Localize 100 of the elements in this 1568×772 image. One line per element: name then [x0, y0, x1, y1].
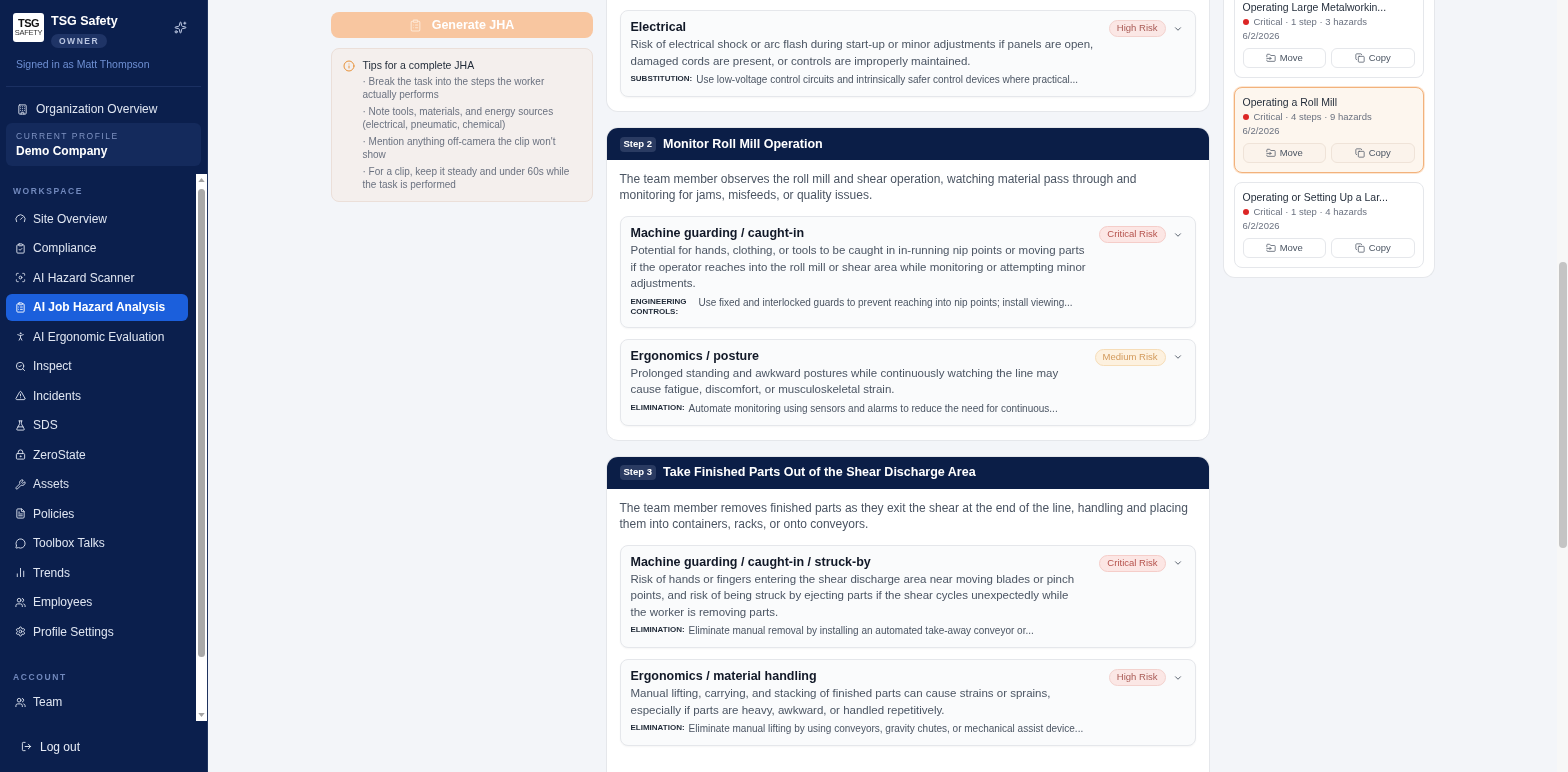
- settings-icon: [15, 626, 26, 637]
- users-icon: [15, 596, 26, 608]
- control-type-label: ELIMINATION:: [630, 401, 685, 413]
- section-title: ACCOUNT: [12, 672, 68, 682]
- tips-title: Tips for a complete JHA: [362, 59, 476, 72]
- control-type-label: ELIMINATION:: [630, 624, 685, 635]
- scroll-down-arrow-icon[interactable]: [198, 713, 205, 717]
- risk-badge: High Risk: [1108, 669, 1166, 686]
- action-button[interactable]: Move: [1242, 238, 1326, 258]
- nav-item[interactable]: AI Ergonomic Evaluation: [6, 323, 188, 350]
- jha-date: 6/2/2026: [1242, 124, 1281, 137]
- nav-item[interactable]: Trends: [6, 559, 188, 586]
- action-button[interactable]: Move: [1242, 48, 1326, 68]
- control-measure-text: Eliminate manual removal by installing an automated take-away conveyor or...: [688, 624, 1034, 637]
- scrollbar-thumb[interactable]: [198, 189, 205, 657]
- logout-icon: [21, 741, 32, 752]
- brand-name: TSG Safety: [51, 14, 118, 28]
- nav-item[interactable]: Policies: [6, 500, 188, 527]
- clipboard-list-icon: [15, 301, 26, 313]
- action-button[interactable]: Copy: [1331, 48, 1415, 68]
- gauge-icon: [15, 213, 26, 224]
- jha-meta: Critical · 4 steps · 9 hazards: [1253, 110, 1372, 123]
- hazard-description: Manual lifting, carrying, and stacking of finished parts can cause strains or sprains, especially if parts are heavy, awkward, or handled repetitively.: [630, 686, 1052, 718]
- nav-item[interactable]: Team: [6, 688, 188, 716]
- control-type-label: SUBSTITUTION:: [630, 73, 693, 84]
- current-profile-name: Demo Company: [16, 143, 109, 159]
- document-icon: [15, 508, 26, 519]
- folder-arrow-icon: [1265, 53, 1276, 63]
- nav-item[interactable]: Inspect: [6, 352, 188, 380]
- hazard-title: Machine guarding / caught-in / struck-by: [630, 553, 872, 570]
- users-icon: [15, 696, 26, 708]
- action-button[interactable]: Copy: [1331, 143, 1415, 163]
- sparkles-icon[interactable]: [174, 21, 187, 34]
- nav-item[interactable]: Compliance: [6, 234, 188, 262]
- nav-item[interactable]: Employees: [6, 588, 188, 616]
- control-type-label: ELIMINATION:: [630, 722, 685, 733]
- info-icon: [342, 60, 355, 72]
- nav-item[interactable]: Assets: [6, 470, 188, 498]
- step-title: Monitor Roll Mill Operation: [663, 135, 823, 153]
- risk-badge: Medium Risk: [1094, 348, 1166, 366]
- chevron-down-icon[interactable]: [1172, 352, 1183, 362]
- nav-item[interactable]: Profile Settings: [6, 618, 188, 645]
- wrench-icon: [15, 478, 26, 490]
- standing-person-icon: [15, 331, 26, 342]
- jha-title: Operating Large Metalworkin...: [1242, 0, 1388, 14]
- clipboard-check-icon: [15, 242, 26, 254]
- nav-item[interactable]: SDS: [6, 411, 188, 439]
- step-description: The team member observes the roll mill and shear operation, watching material pass through and monitoring for jams, misfeeds, or quality issues.: [619, 171, 1138, 203]
- control-measure-text: Use fixed and interlocked guards to prevent reaching into nip points; install viewing...: [698, 295, 1073, 309]
- copy-icon: [1354, 148, 1365, 158]
- warning-triangle-icon: [15, 390, 26, 401]
- jha-list-item[interactable]: Operating a Roll Mill Critical · 4 steps · 9 hazards 6/2/2026 Move Copy: [1233, 87, 1424, 173]
- signed-in-text: Signed in as Matt Thompson: [15, 58, 151, 70]
- scroll-up-arrow-icon[interactable]: [198, 178, 205, 182]
- scrollbar-thumb[interactable]: [1558, 262, 1567, 548]
- nav-item[interactable]: ZeroState: [6, 441, 188, 468]
- control-measure-text: Eliminate manual lifting by using conveyors, gravity chutes, or mechanical assist device...: [688, 722, 1084, 735]
- flask-icon: [15, 419, 26, 431]
- hazard-description: Potential for hands, clothing, or tools to be caught in in-running nip points or moving parts if the operator reaches into the roll mill or shear area while monitoring or attempting minor adjustments.: [630, 243, 1087, 291]
- jha-list-item[interactable]: Operating Large Metalworkin... Critical · 1 step · 3 hazards 6/2/2026 Move Copy: [1233, 0, 1424, 78]
- tip-text: · Break the task into the steps the worker actually performs: [362, 75, 546, 101]
- hazard-description: Risk of hands or fingers entering the shear discharge area near moving blades or pinch points, and risk of being struck by ejecting parts if the shear cycles unexpectedly while the worker is removing parts.: [630, 571, 1076, 620]
- hazard-title: Ergonomics / posture: [630, 347, 760, 364]
- hazard-title: Electrical: [630, 19, 688, 35]
- tip-text: · Note tools, materials, and energy sources (electrical, pneumatic, chemical): [362, 105, 555, 131]
- folder-arrow-icon: [1265, 148, 1276, 158]
- risk-badge: High Risk: [1108, 20, 1166, 37]
- jha-date: 6/2/2026: [1242, 219, 1281, 232]
- jha-title: Operating a Roll Mill: [1242, 95, 1339, 109]
- nav-item[interactable]: Toolbox Talks: [6, 529, 188, 557]
- chevron-down-icon[interactable]: [1172, 558, 1183, 568]
- magnifier-check-icon: [15, 360, 26, 372]
- logout-button[interactable]: Log out: [21, 737, 81, 756]
- risk-badge: Critical Risk: [1099, 226, 1166, 243]
- organization-overview-link[interactable]: Organization Overview: [6, 96, 201, 122]
- hazard-description: Prolonged standing and awkward postures while continuously watching the line may cause fatigue, discomfort, or musculoskeletal strain.: [630, 365, 1060, 397]
- step-description: The team member removes finished parts as they exit the shear at the end of the line, handling and placing them into containers, racks, or onto conveyors.: [619, 499, 1189, 532]
- nav-item[interactable]: AI Hazard Scanner: [6, 264, 188, 291]
- jha-list-item[interactable]: Operating or Setting Up a Lar... Critical · 1 step · 4 hazards 6/2/2026 Move Copy: [1233, 182, 1424, 268]
- step-title: Take Finished Parts Out of the Shear Discharge Area: [663, 464, 976, 482]
- nav-item[interactable]: Incidents: [6, 382, 188, 409]
- bar-chart-icon: [15, 567, 26, 578]
- jha-title: Operating or Setting Up a Lar...: [1242, 190, 1389, 204]
- action-button[interactable]: Copy: [1331, 238, 1415, 258]
- step-badge: Step 2: [619, 136, 656, 152]
- action-button[interactable]: Move: [1242, 143, 1326, 163]
- step-badge: Step 3: [619, 465, 656, 480]
- jha-meta: Critical · 1 step · 3 hazards: [1253, 15, 1367, 28]
- hazard-title: Machine guarding / caught-in: [630, 225, 806, 241]
- tip-text: · For a clip, keep it steady and under 60s while the task is performed: [362, 165, 571, 191]
- jha-meta: Critical · 1 step · 4 hazards: [1253, 205, 1367, 218]
- copy-icon: [1354, 53, 1365, 63]
- nav-item[interactable]: Site Overview: [6, 205, 188, 232]
- current-profile-label: CURRENT PROFILE: [16, 130, 120, 141]
- control-measure-text: Automate monitoring using sensors and alarms to reduce the need for continuous...: [688, 401, 1058, 415]
- hazard-title: Ergonomics / material handling: [630, 668, 818, 684]
- nav-item[interactable]: AI Job Hazard Analysis: [6, 293, 188, 321]
- control-type-label: ENGINEERING CONTROLS:: [630, 295, 688, 317]
- control-measure-text: Use low-voltage control circuits and intrinsically safer control devices where practical...: [696, 73, 1079, 86]
- hazard-description: Risk of electrical shock or arc flash during start-up or minor adjustments if panels are open, damaged cords are present, or controls are improperly maintained.: [630, 37, 1095, 69]
